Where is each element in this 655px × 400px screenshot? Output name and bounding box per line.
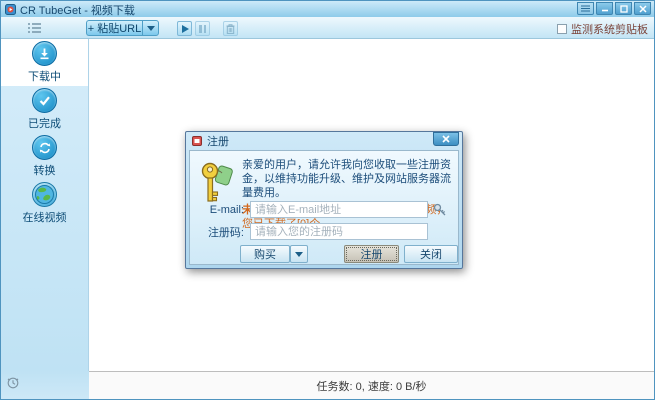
toolbar: + 粘贴URL 监测系统剪贴板: [1, 17, 654, 39]
paste-url-button[interactable]: + 粘贴URL: [86, 20, 142, 36]
chevron-down-icon: [295, 252, 303, 257]
sidebar-item-label: 在线视频: [23, 209, 67, 225]
register-button[interactable]: 注册: [344, 245, 399, 263]
email-label: E-mail:: [190, 204, 250, 216]
close-icon[interactable]: [634, 2, 651, 15]
keygen-button[interactable]: [431, 202, 448, 218]
grip-icon: [28, 22, 41, 34]
clipboard-monitor-label: 监测系统剪贴板: [571, 21, 648, 37]
dialog-content: 亲爱的用户，请允许我向您收取一些注册资金，以维持功能升级、维护及网站服务器流量费…: [189, 150, 459, 265]
register-dialog: 注册 亲爱的用户，请允许我向您收取一些注册资金，以维持功能升级、维护及网站服务器…: [185, 131, 463, 269]
dialog-close-icon[interactable]: [433, 132, 459, 146]
dialog-title: 注册: [207, 133, 433, 149]
check-icon: [32, 88, 57, 113]
play-icon: [182, 25, 189, 33]
regcode-row: 注册码:: [190, 223, 448, 240]
minimize-icon[interactable]: [596, 2, 613, 15]
paste-url-dropdown[interactable]: [142, 20, 159, 36]
maximize-icon[interactable]: [615, 2, 632, 15]
checkbox-icon: [557, 24, 567, 34]
clipboard-monitor-checkbox[interactable]: 监测系统剪贴板: [557, 21, 648, 37]
delete-task-button[interactable]: [223, 21, 238, 36]
chevron-down-icon: [147, 26, 155, 31]
statusbar: 任务数: 0, 速度: 0 B/秒: [1, 371, 654, 399]
pause-download-button[interactable]: [195, 21, 210, 36]
dialog-close-button[interactable]: 关闭: [404, 245, 458, 263]
statusbar-left-panel: [1, 371, 89, 399]
regcode-label: 注册码:: [190, 224, 250, 240]
sidebar-item-completed[interactable]: 已完成: [1, 86, 88, 133]
sidebar-item-convert[interactable]: 转换: [1, 133, 88, 180]
sidebar-item-online-video[interactable]: 在线视频: [1, 180, 88, 227]
dialog-icon: [192, 136, 202, 146]
sidebar-item-label: 下载中: [28, 68, 61, 84]
email-row: E-mail:: [190, 201, 448, 218]
window-controls: [577, 2, 651, 15]
statusbar-main: 任务数: 0, 速度: 0 B/秒: [89, 371, 654, 399]
dialog-message: 亲爱的用户，请允许我向您收取一些注册资金，以维持功能升级、维护及网站服务器流量费…: [242, 158, 452, 200]
convert-icon: [32, 135, 57, 160]
globe-icon: [32, 182, 57, 207]
clock-icon[interactable]: [7, 377, 19, 392]
app-window: CR TubeGet - 视频下载 + 粘贴URL: [0, 0, 655, 400]
email-field[interactable]: [250, 201, 428, 218]
menu-icon[interactable]: [577, 2, 594, 15]
titlebar[interactable]: CR TubeGet - 视频下载: [1, 1, 654, 17]
sidebar-item-label: 转换: [34, 162, 56, 178]
download-icon: [32, 41, 57, 66]
dialog-titlebar[interactable]: 注册: [186, 132, 462, 150]
window-title: CR TubeGet - 视频下载: [20, 2, 577, 18]
buy-dropdown-button[interactable]: [290, 245, 308, 263]
small-key-icon: [433, 203, 447, 217]
trash-icon: [226, 24, 235, 34]
dialog-text-block: 亲爱的用户，请允许我向您收取一些注册资金，以维持功能升级、维护及网站服务器流量费…: [242, 158, 452, 231]
regcode-field[interactable]: [250, 223, 428, 240]
status-text: 任务数: 0, 速度: 0 B/秒: [316, 378, 426, 394]
app-icon: [5, 4, 16, 15]
pause-icon: [199, 25, 206, 33]
buy-button[interactable]: 购买: [240, 245, 290, 263]
sidebar-item-downloading[interactable]: 下载中: [1, 39, 88, 86]
start-download-button[interactable]: [177, 21, 192, 36]
sidebar-item-label: 已完成: [28, 115, 61, 131]
sidebar: 下载中 已完成 转换 在线视频: [1, 39, 89, 371]
